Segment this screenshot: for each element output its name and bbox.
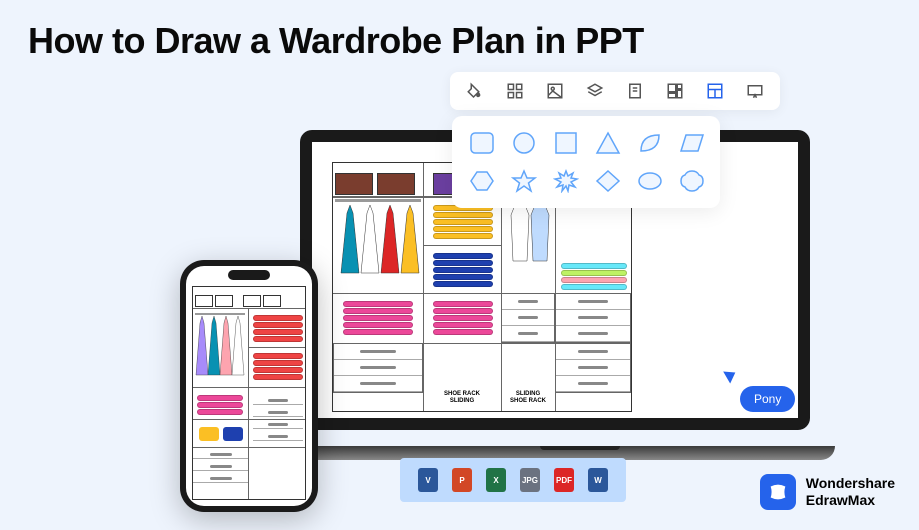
shape-triangle[interactable]	[594, 130, 622, 156]
shirt-white	[509, 203, 531, 263]
storage-box	[377, 173, 415, 195]
folded-clothes-pastel	[561, 263, 627, 290]
page-title: How to Draw a Wardrobe Plan in PPT	[28, 20, 644, 62]
shape-parallelogram[interactable]	[678, 130, 706, 156]
shape-diamond[interactable]	[594, 168, 622, 194]
brand-text: Wondershare EdrawMax	[806, 475, 895, 509]
panel-icon[interactable]	[706, 82, 724, 100]
shape-ellipse[interactable]	[636, 168, 664, 194]
folded-clothes-pink	[343, 301, 413, 335]
phone-notch	[228, 270, 270, 280]
shape-square[interactable]	[552, 130, 580, 156]
phone-mockup	[180, 260, 318, 512]
shape-hexagon[interactable]	[468, 168, 496, 194]
brand-logo-block: Wondershare EdrawMax	[760, 474, 895, 510]
brand-line1: Wondershare	[806, 475, 895, 492]
shoe-rack-label: SHOE RACK SLIDING	[425, 391, 499, 404]
folded-clothes-blue	[433, 253, 493, 287]
brand-line2: EdrawMax	[806, 492, 895, 509]
drawer-unit	[555, 343, 631, 393]
folded-clothes-pink	[433, 301, 493, 335]
export-word-icon[interactable]	[588, 468, 608, 492]
export-visio-icon[interactable]	[418, 468, 438, 492]
shape-badge[interactable]	[678, 168, 706, 194]
shape-star[interactable]	[510, 168, 538, 194]
present-icon[interactable]	[746, 82, 764, 100]
drawer-unit	[501, 293, 555, 343]
page-icon[interactable]	[626, 82, 644, 100]
layers-icon[interactable]	[586, 82, 604, 100]
dress-teal	[339, 203, 361, 275]
edrawmax-logo-icon	[760, 474, 796, 510]
phone-screen	[186, 266, 312, 506]
grid-icon[interactable]	[506, 82, 524, 100]
layout-icon[interactable]	[666, 82, 684, 100]
image-icon[interactable]	[546, 82, 564, 100]
shape-palette	[452, 116, 720, 208]
export-formats-bar	[400, 458, 626, 502]
shape-burst[interactable]	[552, 168, 580, 194]
fill-icon[interactable]	[466, 82, 484, 100]
shape-rounded-square[interactable]	[468, 130, 496, 156]
dress-yellow	[399, 203, 421, 275]
dress-red	[379, 203, 401, 275]
shape-circle[interactable]	[510, 130, 538, 156]
export-powerpoint-icon[interactable]	[452, 468, 472, 492]
collaborator-cursor: Pony	[726, 368, 795, 412]
dress-white	[359, 203, 381, 275]
laptop-notch	[540, 446, 620, 450]
phone-wardrobe-diagram	[192, 286, 306, 500]
export-excel-icon[interactable]	[486, 468, 506, 492]
shirt-blue	[529, 203, 551, 263]
toolbar	[450, 72, 780, 110]
cursor-arrow-icon	[723, 366, 739, 383]
drawer-unit	[555, 293, 631, 343]
drawer-unit	[333, 343, 423, 393]
folded-clothes-yellow	[433, 205, 493, 239]
export-pdf-icon[interactable]	[554, 468, 574, 492]
sliding-label: SLIDING SHOE RACK	[503, 391, 553, 404]
shape-leaf[interactable]	[636, 130, 664, 156]
storage-box	[335, 173, 373, 195]
cursor-label: Pony	[740, 386, 795, 412]
export-jpg-icon[interactable]	[520, 468, 540, 492]
